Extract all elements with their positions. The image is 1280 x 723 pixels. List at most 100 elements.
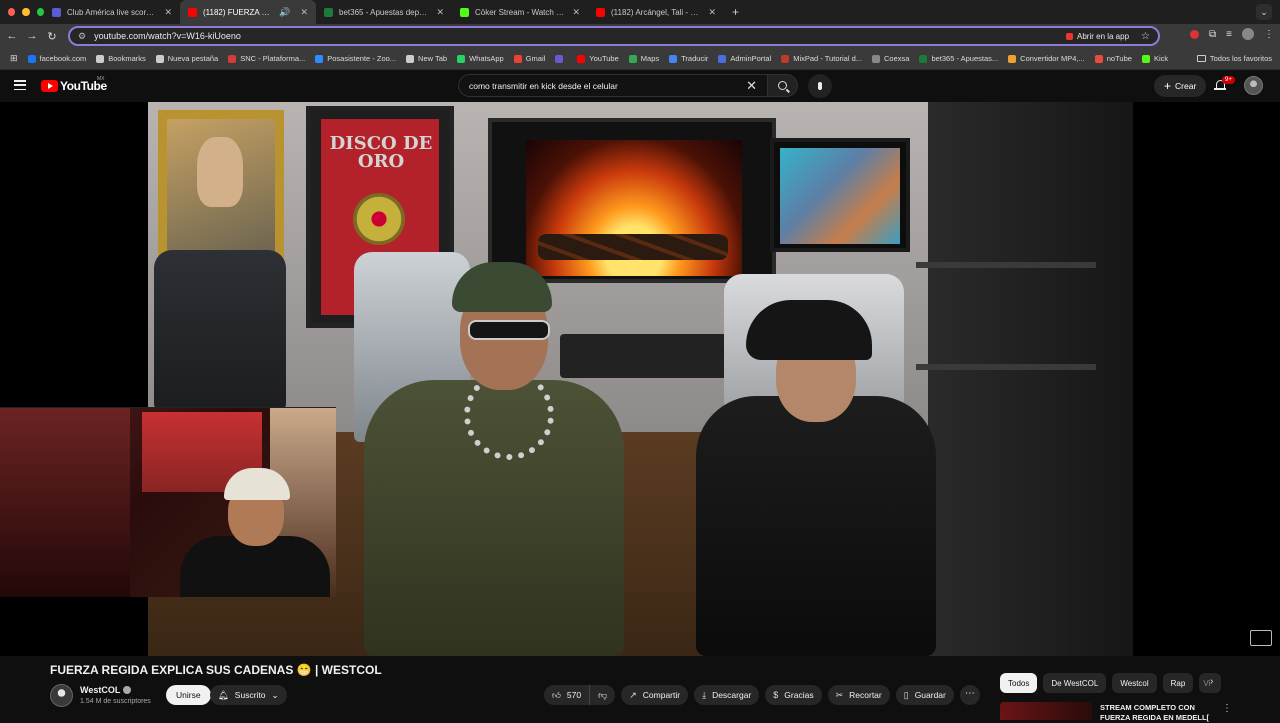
browser-tab[interactable]: Club América live score, sche ✕ [44,0,180,24]
save-button[interactable]: ▯ Guardar [895,685,954,705]
bookmark-traducir[interactable]: Traducir [669,54,708,63]
translate-icon [669,54,678,63]
bookmark-mixpad[interactable]: MixPad - Tutorial d... [781,54,862,63]
close-tab-icon[interactable]: ✕ [164,7,172,18]
create-button[interactable]: + Crear [1154,75,1207,97]
like-dislike-group: 👍︎ 570 👎︎ [544,685,616,705]
bookmark-posasistente[interactable]: Posasistente - Zoo... [315,54,396,63]
microphone-icon [818,82,822,90]
chip-westcol[interactable]: Westcol [1112,673,1157,693]
close-tab-icon[interactable]: ✕ [436,7,444,18]
close-tab-icon[interactable]: ✕ [708,7,716,18]
join-button[interactable]: Unirse [166,685,211,705]
new-tab-button[interactable]: + [732,5,739,19]
close-tab-icon[interactable]: ✕ [572,7,580,18]
verified-badge-icon [123,686,132,694]
browser-tab[interactable]: Cōker Stream - Watch Live o ✕ [452,0,588,24]
country-code: MX [97,76,105,82]
tab-title: bet365 - Apuestas deportiva [339,7,431,17]
search-button[interactable] [768,74,798,97]
download-button[interactable]: ⤓ Descargar [694,685,760,705]
bookmark-label: facebook.com [39,54,87,63]
thumbs-down-icon: 👎︎ [598,689,608,700]
reload-icon[interactable]: ↻ [42,30,62,43]
channel-watermark-icon[interactable] [1250,630,1272,646]
close-tab-icon[interactable]: ✕ [300,7,308,18]
bookmark-adminportal[interactable]: AdminPortal [718,54,771,63]
gaming-chair [154,250,286,410]
chip-all[interactable]: Todos [1000,673,1038,693]
extensions-puzzle-icon[interactable]: ⧉ [1209,29,1216,40]
bookmark-kick[interactable]: Kick [1141,54,1168,63]
clip-button[interactable]: ✂ Recortar [827,685,890,705]
browser-tab[interactable]: bet365 - Apuestas deportiva ✕ [316,0,452,24]
open-in-app-button[interactable]: Abrir en la app [1066,32,1129,41]
apps-grid-icon[interactable]: ⊞ [10,53,18,64]
clear-search-icon[interactable]: ✕ [746,78,757,94]
voice-search-button[interactable] [808,74,832,98]
site-info-icon[interactable]: ⚙ [78,31,86,42]
share-button[interactable]: ↗ Compartir [621,685,689,705]
browser-tab[interactable]: (1182) Arcángel, Tali - Flow C ✕ [588,0,724,24]
video-player[interactable]: DISCO DE ORO [0,102,1280,656]
channel-avatar[interactable] [50,684,73,707]
hamburger-menu-icon[interactable] [14,80,26,90]
bookmark-bookmarks[interactable]: Bookmarks [96,54,146,63]
tab-search-chevron-icon[interactable]: ⌄ [1256,4,1272,20]
toolbar-actions: ⧉ ≡ ⋮ [1190,28,1274,40]
all-bookmarks-button[interactable]: Todos los favoritos [1196,54,1272,63]
media-controls-icon[interactable]: ≡ [1226,29,1232,40]
chip-rap[interactable]: Rap [1162,673,1194,693]
more-actions-button[interactable]: ⋯ [959,685,980,705]
bookmark-coexsa[interactable]: Coexsa [872,54,909,63]
recommended-video-title[interactable]: STREAM COMPLETO CON FUERZA REGIDA EN MED… [1100,703,1212,723]
maps-icon [628,54,637,63]
speaker-icon[interactable]: 🔊 [279,7,290,18]
tab-title: (1182) FUERZA REGIDA E [203,7,273,17]
gmail-icon [513,54,522,63]
bookmark-new-tab[interactable]: New Tab [406,54,447,63]
bookmark-maps[interactable]: Maps [628,54,659,63]
forward-arrow-icon[interactable]: → [22,30,42,42]
thanks-dollar-icon: $ [773,690,779,700]
recommended-video-thumbnail[interactable] [1000,702,1092,720]
chevron-right-icon[interactable]: › [1210,676,1213,687]
tab-favicon-icon [460,7,469,17]
bookmark-nueva-pestana[interactable]: Nueva pestaña [155,54,218,63]
minimize-window-button[interactable] [22,8,30,16]
share-arrow-icon: ↗ [629,689,637,700]
youtube-header: YouTube MX como transmitir en kick desde… [0,70,1280,102]
channel-name[interactable]: WestCOL [80,685,132,695]
bookmark-unnamed[interactable] [555,54,567,63]
kebab-menu-icon[interactable]: ⋮ [1222,703,1232,714]
record-icon[interactable] [1190,29,1200,39]
like-button[interactable]: 👍︎ 570 [544,685,591,705]
bookmark-whatsapp[interactable]: WhatsApp [457,54,504,63]
bookmark-youtube[interactable]: YouTube [577,54,619,63]
search-query-text[interactable]: como transmitir en kick desde el celular [469,81,618,91]
bookmark-convertidor[interactable]: Convertidor MP4,... [1008,54,1085,63]
url-text[interactable]: youtube.com/watch?v=W16-kiUoeno [94,31,1066,41]
bookmark-notube[interactable]: noTube [1094,54,1132,63]
browser-tab-active[interactable]: (1182) FUERZA REGIDA E 🔊 ✕ [180,0,316,24]
bookmark-star-icon[interactable]: ☆ [1141,31,1150,42]
person-green-cap [344,262,644,656]
account-avatar[interactable] [1244,76,1263,95]
search-input[interactable]: como transmitir en kick desde el celular… [458,74,768,97]
bookmark-bet365[interactable]: bet365 - Apuestas... [919,54,998,63]
bookmark-snc[interactable]: SNC - Plataforma... [228,54,305,63]
chip-de-westcol[interactable]: De WestCOL [1043,673,1107,693]
back-arrow-icon[interactable]: ← [2,30,22,42]
address-bar[interactable]: ⚙ youtube.com/watch?v=W16-kiUoeno Abrir … [68,26,1160,46]
menu-kebab-icon[interactable]: ⋮ [1264,29,1274,40]
bookmark-facebook[interactable]: facebook.com [27,54,87,63]
profile-avatar[interactable] [1242,28,1254,40]
maximize-window-button[interactable] [36,8,44,16]
dislike-button[interactable]: 👎︎ [590,685,615,705]
youtube-logo[interactable]: YouTube MX [41,76,107,93]
create-label: Crear [1175,81,1197,91]
thanks-button[interactable]: $ Gracias [765,685,822,705]
close-window-button[interactable] [8,8,16,16]
bookmark-gmail[interactable]: Gmail [513,54,545,63]
subscribed-button[interactable]: 🔔︎ Suscrito ⌄ [210,685,287,705]
